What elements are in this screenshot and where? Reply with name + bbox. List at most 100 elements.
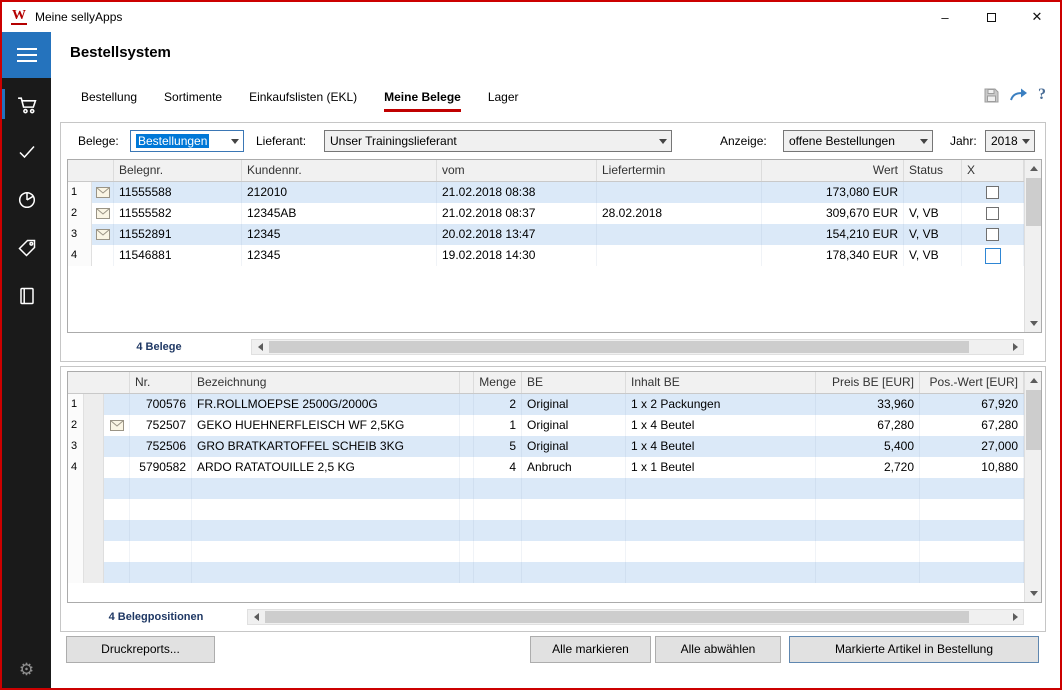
cell-wert: 309,670 EUR xyxy=(762,203,904,224)
cell-status: V, VB xyxy=(904,245,962,266)
row-checkbox[interactable] xyxy=(986,186,999,199)
row-number: 1 xyxy=(68,182,92,203)
active-indicator xyxy=(2,89,5,119)
minimize-button[interactable]: – xyxy=(922,2,968,32)
positions-vertical-scrollbar[interactable] xyxy=(1024,372,1041,602)
column-header-wert: Wert xyxy=(762,160,904,181)
belege-value: Bestellungen xyxy=(131,134,227,148)
order-row[interactable]: 1 11555588 212010 21.02.2018 08:38 173,0… xyxy=(68,182,1024,203)
cell-liefertermin xyxy=(597,224,762,245)
gear-icon[interactable]: ⚙ xyxy=(2,660,51,680)
empty-row xyxy=(68,562,1024,583)
cell-be: Original xyxy=(522,436,626,457)
alle-abwaehlen-button[interactable]: Alle abwählen xyxy=(655,636,781,663)
jahr-dropdown[interactable]: 2018 xyxy=(985,130,1035,152)
order-row[interactable]: 2 11555582 12345AB 21.02.2018 08:37 28.0… xyxy=(68,203,1024,224)
cell-preis-be: 67,280 xyxy=(816,415,920,436)
druckreports-button[interactable]: Druckreports... xyxy=(66,636,215,663)
scroll-up-icon[interactable] xyxy=(1025,372,1042,389)
row-checkbox[interactable] xyxy=(985,248,1001,264)
tab-sortimente[interactable]: Sortimente xyxy=(164,90,222,112)
sidebar-item-tasks[interactable] xyxy=(2,128,51,176)
cell-nr: 752507 xyxy=(130,415,192,436)
lieferant-dropdown[interactable]: Unser Trainingslieferant xyxy=(324,130,672,152)
close-button[interactable]: ✕ xyxy=(1014,2,1060,32)
help-icon[interactable]: ? xyxy=(1038,86,1046,104)
empty-row xyxy=(68,478,1024,499)
sidebar-item-catalog[interactable] xyxy=(2,272,51,320)
cell-pos-wert: 67,280 xyxy=(920,415,1024,436)
cell-menge: 2 xyxy=(474,394,522,415)
tab-lager[interactable]: Lager xyxy=(488,90,519,112)
cell-belegnr: 11555582 xyxy=(114,203,242,224)
chevron-down-icon xyxy=(227,131,243,151)
column-header-kundennr: Kundennr. xyxy=(242,160,437,181)
hamburger-menu-icon[interactable] xyxy=(2,32,51,78)
save-icon[interactable] xyxy=(983,87,1000,104)
scrollbar-thumb[interactable] xyxy=(265,611,969,623)
page-title: Bestellsystem xyxy=(70,44,171,61)
scroll-right-icon[interactable] xyxy=(1007,340,1023,354)
cell-bezeichnung: ARDO RATATOUILLE 2,5 KG xyxy=(192,457,460,478)
sidebar-item-prices[interactable] xyxy=(2,224,51,272)
scrollbar-thumb[interactable] xyxy=(1026,390,1041,450)
tab-meine-belege[interactable]: Meine Belege xyxy=(384,90,461,112)
cell-status xyxy=(904,182,962,203)
row-checkbox[interactable] xyxy=(986,228,999,241)
column-header-bezeichnung: Bezeichnung xyxy=(192,372,460,393)
forward-arrow-icon[interactable] xyxy=(1009,87,1029,103)
sidebar-item-bestellsystem[interactable] xyxy=(2,80,51,128)
cell-menge: 5 xyxy=(474,436,522,457)
cell-inhalt-be: 1 x 4 Beutel xyxy=(626,415,816,436)
column-header-nr: Nr. xyxy=(130,372,192,393)
scroll-left-icon[interactable] xyxy=(252,340,268,354)
alle-markieren-button[interactable]: Alle markieren xyxy=(530,636,651,663)
scroll-down-icon[interactable] xyxy=(1025,315,1042,332)
chevron-down-icon xyxy=(1018,131,1034,151)
order-row[interactable]: 3 11552891 12345 20.02.2018 13:47 154,21… xyxy=(68,224,1024,245)
order-row[interactable]: 4 11546881 12345 19.02.2018 14:30 178,34… xyxy=(68,245,1024,266)
markierte-artikel-button[interactable]: Markierte Artikel in Bestellung xyxy=(789,636,1039,663)
column-header-menge: Menge xyxy=(474,372,522,393)
scroll-left-icon[interactable] xyxy=(248,610,264,624)
cell-liefertermin xyxy=(597,245,762,266)
orders-horizontal-scrollbar[interactable] xyxy=(251,339,1024,355)
ledger-icon xyxy=(17,286,37,306)
anzeige-label: Anzeige: xyxy=(720,134,767,148)
anzeige-dropdown[interactable]: offene Bestellungen xyxy=(783,130,933,152)
cell-vom: 21.02.2018 08:38 xyxy=(437,182,597,203)
position-row[interactable]: 4 5790582 ARDO RATATOUILLE 2,5 KG 4 Anbr… xyxy=(68,457,1024,478)
tab-einkaufslisten[interactable]: Einkaufslisten (EKL) xyxy=(249,90,357,112)
scroll-up-icon[interactable] xyxy=(1025,160,1042,177)
envelope-icon xyxy=(96,208,110,219)
tab-bestellung[interactable]: Bestellung xyxy=(81,90,137,112)
filter-bar: Belege: Bestellungen Lieferant: Unser Tr… xyxy=(61,130,1045,152)
cell-preis-be: 5,400 xyxy=(816,436,920,457)
position-row[interactable]: 3 752506 GRO BRATKARTOFFEL SCHEIB 3KG 5 … xyxy=(68,436,1024,457)
cell-belegnr: 11555588 xyxy=(114,182,242,203)
cell-wert: 173,080 EUR xyxy=(762,182,904,203)
maximize-button[interactable] xyxy=(968,2,1014,32)
sidebar-item-statistics[interactable] xyxy=(2,176,51,224)
column-header-vom: vom xyxy=(437,160,597,181)
scroll-right-icon[interactable] xyxy=(1007,610,1023,624)
belege-dropdown[interactable]: Bestellungen xyxy=(130,130,244,152)
cell-wert: 178,340 EUR xyxy=(762,245,904,266)
scrollbar-thumb[interactable] xyxy=(269,341,969,353)
cell-be: Original xyxy=(522,394,626,415)
envelope-icon xyxy=(110,420,124,431)
cell-kundennr: 12345 xyxy=(242,245,437,266)
position-row[interactable]: 1 700576 FR.ROLLMOEPSE 2500G/2000G 2 Ori… xyxy=(68,394,1024,415)
chevron-down-icon xyxy=(655,131,671,151)
row-checkbox[interactable] xyxy=(986,207,999,220)
row-number: 2 xyxy=(68,415,84,436)
orders-vertical-scrollbar[interactable] xyxy=(1024,160,1041,332)
scrollbar-thumb[interactable] xyxy=(1026,178,1041,226)
positions-panel: Nr. Bezeichnung Menge BE Inhalt BE Preis… xyxy=(60,366,1046,632)
scroll-down-icon[interactable] xyxy=(1025,585,1042,602)
cell-pos-wert: 27,000 xyxy=(920,436,1024,457)
cell-menge: 1 xyxy=(474,415,522,436)
position-row[interactable]: 2 752507 GEKO HUEHNERFLEISCH WF 2,5KG 1 … xyxy=(68,415,1024,436)
app-icon: W xyxy=(11,9,27,25)
positions-horizontal-scrollbar[interactable] xyxy=(247,609,1024,625)
